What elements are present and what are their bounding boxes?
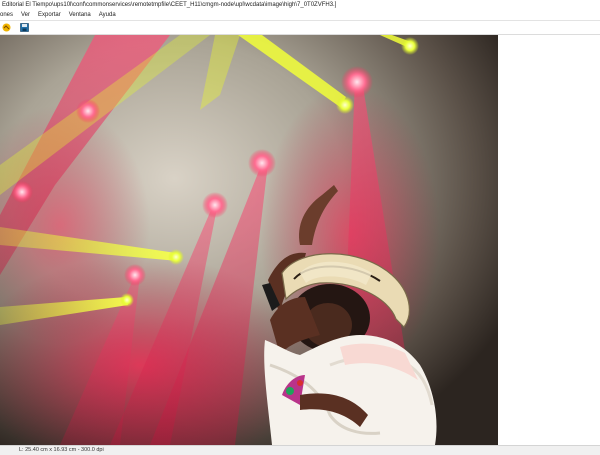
menu-item-ventana[interactable]: Ventana <box>65 10 95 20</box>
menu-item-ver[interactable]: Ver <box>17 10 34 20</box>
menu-bar: ones Ver Exportar Ventana Ayuda <box>0 10 600 21</box>
menu-item-opciones[interactable]: ones <box>0 10 17 20</box>
open-image-icon <box>2 23 10 32</box>
image-viewer-window: Editorial El Tiempo\ups10l\conf\commonse… <box>0 0 600 455</box>
image-canvas[interactable] <box>0 35 600 445</box>
save-image-button[interactable] <box>19 23 29 33</box>
menu-item-ayuda[interactable]: Ayuda <box>95 10 120 20</box>
toolbar <box>0 21 600 35</box>
photo-concert-singer <box>0 35 498 445</box>
open-image-button[interactable] <box>1 23 11 33</box>
status-bar: L: 25.40 cm x 16.93 cm - 300.0 dpi <box>0 445 600 455</box>
window-title: Editorial El Tiempo\ups10l\conf\commonse… <box>0 0 600 10</box>
save-image-icon <box>19 23 29 32</box>
menu-item-exportar[interactable]: Exportar <box>34 10 65 20</box>
photo-illustration <box>0 35 498 445</box>
